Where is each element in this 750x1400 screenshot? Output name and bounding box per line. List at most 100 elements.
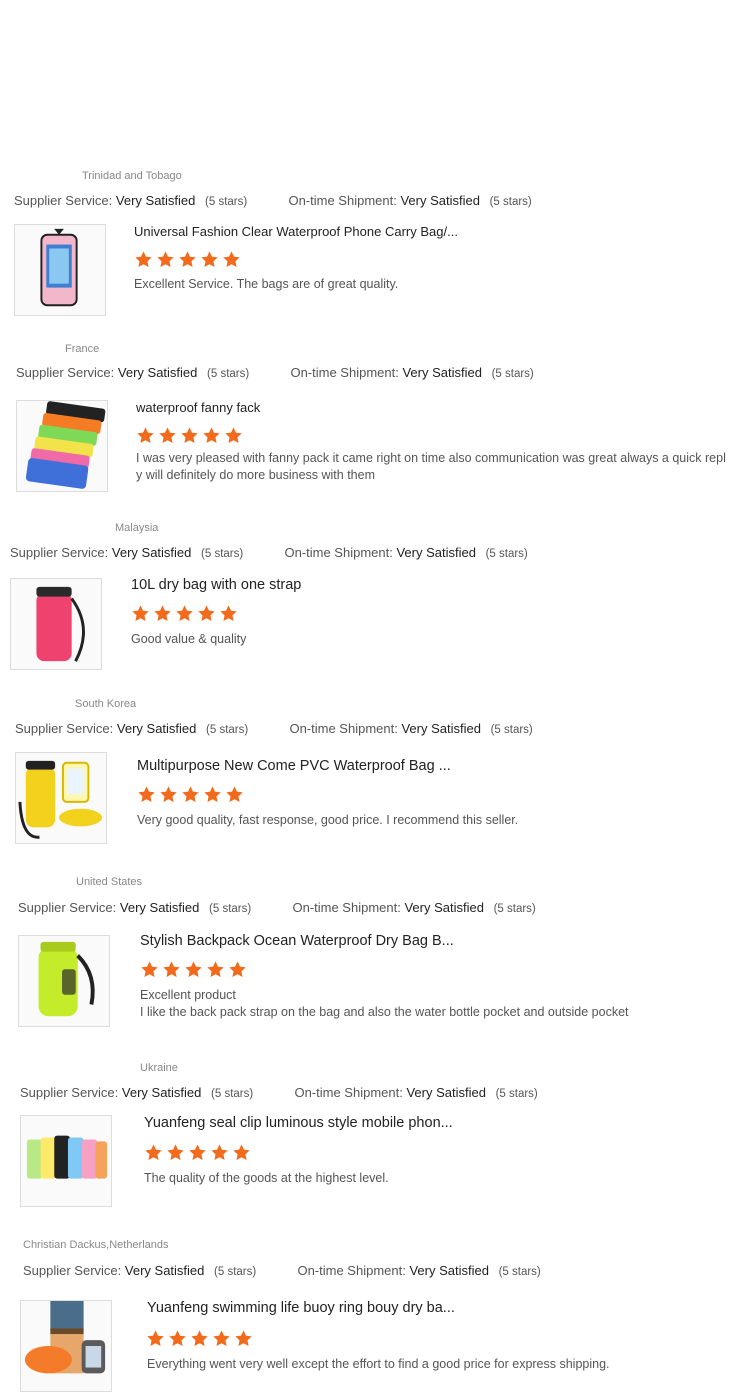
shipment-stars: (5 stars)	[490, 724, 533, 736]
star-icon	[184, 960, 203, 979]
comment-line: y will definitely do more business with …	[136, 468, 375, 482]
star-icon	[188, 1143, 207, 1162]
reviewer-country: South Korea	[75, 698, 137, 710]
shipment-stars: (5 stars)	[485, 548, 528, 560]
review-comment: I was very pleased with fanny pack it ca…	[136, 450, 748, 484]
star-icon	[206, 960, 225, 979]
supplier-value: Very Satisfied	[111, 545, 192, 560]
star-icon	[212, 1329, 231, 1348]
star-icon	[137, 785, 156, 804]
star-icon	[159, 785, 178, 804]
star-icon	[200, 250, 219, 269]
star-rating	[144, 1143, 254, 1163]
star-icon	[153, 604, 172, 623]
comment-line: I like the back pack strap on the bag an…	[140, 1005, 629, 1019]
reviewer-country: Trinidad and Tobago	[82, 170, 182, 182]
comment-line: Excellent Service. The bags are of great…	[134, 277, 399, 291]
star-icon	[197, 604, 216, 623]
fanny-pack-image[interactable]	[16, 400, 108, 492]
star-icon	[166, 1143, 185, 1162]
phone-cases-image[interactable]	[20, 1115, 112, 1207]
star-icon	[144, 1143, 163, 1162]
shipment-stars: (5 stars)	[493, 903, 536, 915]
supplier-stars: (5 stars)	[206, 724, 249, 736]
shipment-label: On-time Shipment:	[284, 545, 393, 560]
shipment-value: Very Satisfied	[404, 900, 484, 915]
star-rating	[136, 426, 246, 446]
service-ratings: Supplier Service: Very Satisfied (5 star…	[14, 193, 532, 208]
supplier-stars: (5 stars)	[211, 1088, 254, 1100]
star-icon	[234, 1329, 253, 1348]
star-icon	[210, 1143, 229, 1162]
supplier-value: Very Satisfied	[117, 365, 198, 380]
star-icon	[228, 960, 247, 979]
comment-line: The quality of the goods at the highest …	[144, 1171, 389, 1185]
star-rating	[146, 1329, 256, 1349]
product-title[interactable]: Stylish Backpack Ocean Waterproof Dry Ba…	[140, 933, 454, 949]
pink-dry-bag-image[interactable]	[10, 578, 102, 670]
shipment-value: Very Satisfied	[406, 1085, 486, 1100]
shipment-value: Very Satisfied	[401, 721, 481, 736]
shipment-value: Very Satisfied	[396, 545, 476, 560]
star-icon	[156, 250, 175, 269]
supplier-label: Supplier Service:	[15, 721, 114, 736]
product-title[interactable]: Universal Fashion Clear Waterproof Phone…	[134, 224, 458, 239]
comment-line: Good value & quality	[131, 632, 247, 646]
star-icon	[175, 604, 194, 623]
supplier-label: Supplier Service:	[18, 900, 117, 915]
star-icon	[219, 604, 238, 623]
shipment-label: On-time Shipment:	[292, 900, 401, 915]
star-icon	[158, 426, 177, 445]
product-title[interactable]: Yuanfeng seal clip luminous style mobile…	[144, 1115, 453, 1131]
supplier-value: Very Satisfied	[115, 193, 196, 208]
shipment-label: On-time Shipment:	[288, 193, 397, 208]
reviewer-country: Christian Dackus,Netherlands	[23, 1239, 169, 1251]
service-ratings: Supplier Service: Very Satisfied (5 star…	[10, 545, 528, 560]
shipment-stars: (5 stars)	[495, 1088, 538, 1100]
reviewer-country: France	[65, 343, 100, 355]
star-icon	[146, 1329, 165, 1348]
star-icon	[224, 426, 243, 445]
review-comment: Excellent product I like the back pack s…	[140, 987, 750, 1021]
shipment-label: On-time Shipment:	[290, 365, 399, 380]
shipment-label: On-time Shipment:	[297, 1263, 406, 1278]
supplier-value: Very Satisfied	[124, 1263, 205, 1278]
star-icon	[180, 426, 199, 445]
buoy-bag-image[interactable]	[20, 1300, 112, 1392]
service-ratings: Supplier Service: Very Satisfied (5 star…	[20, 1085, 538, 1100]
star-icon	[162, 960, 181, 979]
star-icon	[181, 785, 200, 804]
supplier-stars: (5 stars)	[201, 548, 244, 560]
shipment-value: Very Satisfied	[409, 1263, 489, 1278]
shipment-stars: (5 stars)	[498, 1266, 541, 1278]
service-ratings: Supplier Service: Very Satisfied (5 star…	[18, 900, 536, 915]
supplier-label: Supplier Service:	[20, 1085, 119, 1100]
supplier-value: Very Satisfied	[119, 900, 200, 915]
star-icon	[136, 426, 155, 445]
shipment-label: On-time Shipment:	[289, 721, 398, 736]
shipment-value: Very Satisfied	[402, 365, 482, 380]
supplier-stars: (5 stars)	[207, 368, 250, 380]
review-comment: Everything went very well except the eff…	[147, 1356, 750, 1373]
product-title[interactable]: Multipurpose New Come PVC Waterproof Bag…	[137, 758, 451, 774]
product-title[interactable]: waterproof fanny fack	[136, 400, 260, 415]
product-title[interactable]: Yuanfeng swimming life buoy ring bouy dr…	[147, 1300, 455, 1316]
product-title[interactable]: 10L dry bag with one strap	[131, 577, 301, 593]
star-rating	[140, 960, 250, 980]
star-icon	[232, 1143, 251, 1162]
star-rating	[137, 785, 247, 805]
star-icon	[134, 250, 153, 269]
star-rating	[131, 604, 241, 624]
review-comment: The quality of the goods at the highest …	[144, 1170, 750, 1187]
comment-line: Everything went very well except the eff…	[147, 1357, 610, 1371]
yellow-bag-set-image[interactable]	[15, 752, 107, 844]
green-backpack-image[interactable]	[18, 935, 110, 1027]
clear-phone-pouch-image[interactable]	[14, 224, 106, 316]
star-icon	[168, 1329, 187, 1348]
supplier-value: Very Satisfied	[121, 1085, 202, 1100]
review-comment: Very good quality, fast response, good p…	[137, 812, 749, 829]
star-icon	[140, 960, 159, 979]
comment-line: Very good quality, fast response, good p…	[137, 813, 519, 827]
star-icon	[225, 785, 244, 804]
reviewer-country: Ukraine	[140, 1062, 178, 1074]
